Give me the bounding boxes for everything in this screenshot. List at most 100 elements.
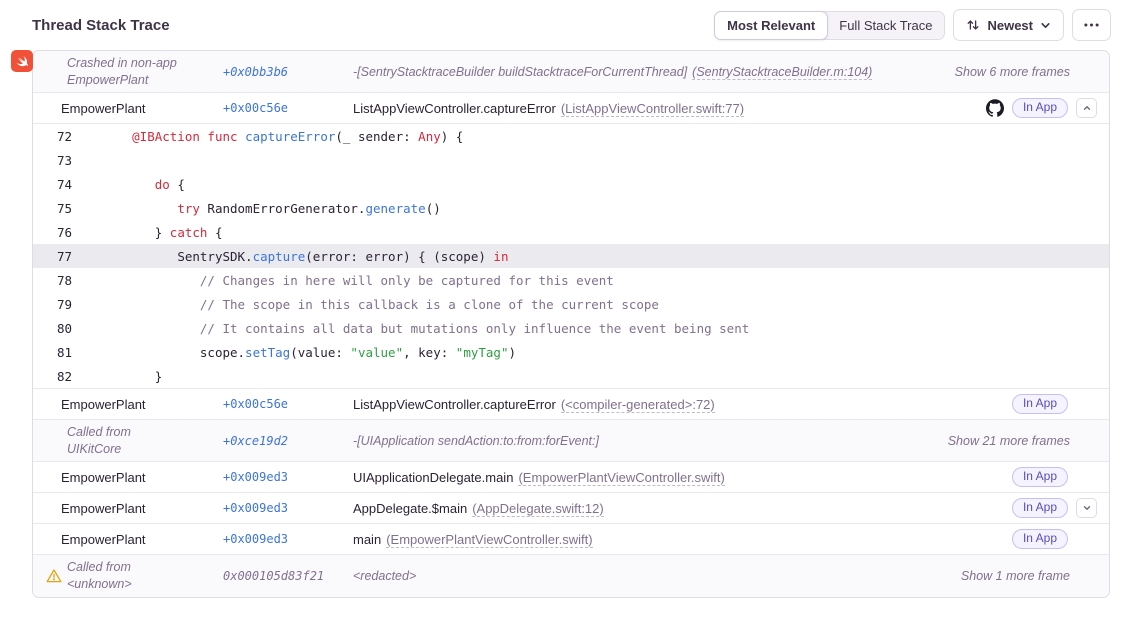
tab-most-relevant[interactable]: Most Relevant (714, 11, 828, 40)
code-line-highlighted: 77 SentrySDK.capture(error: error) { (sc… (33, 244, 1109, 268)
code-line: 81 scope.setTag(value: "value", key: "my… (33, 340, 1109, 364)
frame-source-file: (ListAppViewController.swift:77) (561, 101, 744, 117)
frame-source-file: (SentryStacktraceBuilder.m:104) (692, 65, 872, 80)
frame-expand-button[interactable] (1076, 498, 1097, 518)
frame-function: -[SentryStacktraceBuilder buildStacktrac… (353, 65, 955, 79)
stack-frame-row[interactable]: Crashed in non-appEmpowerPlant+0x0bb3b6-… (33, 51, 1109, 93)
frame-source-file: (<compiler-generated>:72) (561, 397, 715, 413)
code-line: 79 // The scope in this callback is a cl… (33, 292, 1109, 316)
frame-module: EmpowerPlant (61, 501, 223, 516)
line-number: 80 (33, 321, 87, 336)
frame-module: Called fromUIKitCore (61, 424, 223, 458)
line-number: 77 (33, 249, 87, 264)
line-number: 76 (33, 225, 87, 240)
line-number: 75 (33, 201, 87, 216)
code-content: // The scope in this callback is a clone… (87, 297, 659, 312)
code-content: scope.setTag(value: "value", key: "myTag… (87, 345, 516, 360)
sort-arrows-icon (966, 18, 980, 32)
frame-module: Called from<unknown> (61, 559, 223, 593)
frame-address: +0x009ed3 (223, 532, 353, 546)
frame-module: EmpowerPlant (61, 397, 223, 412)
panel-header: Thread Stack Trace Most Relevant Full St… (0, 0, 1141, 49)
code-line: 72 @IBAction func captureError(_ sender:… (33, 124, 1109, 148)
stack-frames: Crashed in non-appEmpowerPlant+0x0bb3b6-… (33, 51, 1109, 597)
line-number: 78 (33, 273, 87, 288)
line-number: 79 (33, 297, 87, 312)
frame-function: <redacted> (353, 569, 961, 583)
ellipsis-icon (1084, 23, 1099, 27)
chevron-down-icon (1040, 20, 1051, 31)
frame-address: +0xce19d2 (223, 434, 353, 448)
toggle-spacer (1076, 394, 1097, 414)
code-content: @IBAction func captureError(_ sender: An… (87, 129, 463, 144)
tab-full-stack-trace[interactable]: Full Stack Trace (827, 12, 944, 39)
chevron-down-icon (1082, 503, 1092, 513)
frame-actions: Show 21 more frames (948, 434, 1097, 448)
frame-address: +0x009ed3 (223, 501, 353, 515)
code-content: do { (87, 177, 185, 192)
view-toggle: Most Relevant Full Stack Trace (714, 11, 945, 40)
frame-source-file: (EmpowerPlantViewController.swift) (386, 532, 592, 548)
in-app-badge: In App (1012, 529, 1068, 549)
frame-function: ListAppViewController.captureError(ListA… (353, 101, 986, 116)
show-more-frames-link[interactable]: Show 6 more frames (955, 65, 1070, 79)
frame-address: +0x00c56e (223, 101, 353, 115)
stack-frame-row[interactable]: EmpowerPlant+0x009ed3main(EmpowerPlantVi… (33, 524, 1109, 555)
stack-frame-row[interactable]: Called fromUIKitCore+0xce19d2-[UIApplica… (33, 420, 1109, 462)
code-content: // It contains all data but mutations on… (87, 321, 749, 336)
code-line: 75 try RandomErrorGenerator.generate() (33, 196, 1109, 220)
frame-function: UIApplicationDelegate.main(EmpowerPlantV… (353, 470, 1012, 485)
frame-address: +0x00c56e (223, 397, 353, 411)
frame-actions: In App (986, 98, 1097, 118)
stack-frame-row[interactable]: EmpowerPlant+0x009ed3UIApplicationDelega… (33, 462, 1109, 493)
frame-actions: Show 1 more frame (961, 569, 1097, 583)
frame-module: EmpowerPlant (61, 532, 223, 547)
code-line: 73 (33, 148, 1109, 172)
code-line: 80 // It contains all data but mutations… (33, 316, 1109, 340)
stack-frame-row[interactable]: Called from<unknown>0x000105d83f21<redac… (33, 555, 1109, 597)
line-number: 73 (33, 153, 87, 168)
github-icon[interactable] (986, 99, 1004, 117)
frame-function: main(EmpowerPlantViewController.swift) (353, 532, 1012, 547)
code-content: SentrySDK.capture(error: error) { (scope… (87, 249, 508, 264)
code-content: // Changes in here will only be captured… (87, 273, 614, 288)
frame-collapse-button[interactable] (1076, 98, 1097, 118)
show-more-frames-link[interactable]: Show 21 more frames (948, 434, 1070, 448)
code-line: 78 // Changes in here will only be captu… (33, 268, 1109, 292)
in-app-badge: In App (1012, 98, 1068, 118)
sort-newest-button[interactable]: Newest (953, 9, 1064, 41)
toggle-spacer (1076, 467, 1097, 487)
in-app-badge: In App (1012, 467, 1068, 487)
frame-actions: In App (1012, 529, 1097, 549)
show-more-frames-link[interactable]: Show 1 more frame (961, 569, 1070, 583)
frame-address: +0x009ed3 (223, 470, 353, 484)
source-code-block: 72 @IBAction func captureError(_ sender:… (33, 124, 1109, 389)
code-line: 74 do { (33, 172, 1109, 196)
frame-module: EmpowerPlant (61, 101, 223, 116)
more-options-button[interactable] (1072, 9, 1111, 41)
frame-address: +0x0bb3b6 (223, 65, 353, 79)
warning-icon (46, 568, 62, 584)
code-content: } catch { (87, 225, 223, 240)
header-controls: Most Relevant Full Stack Trace Newest (714, 9, 1111, 41)
stack-trace-panel: Crashed in non-appEmpowerPlant+0x0bb3b6-… (32, 50, 1110, 598)
code-line: 82 } (33, 364, 1109, 388)
frame-actions: Show 6 more frames (955, 65, 1097, 79)
in-app-badge: In App (1012, 394, 1068, 414)
frame-actions: In App (1012, 467, 1097, 487)
frame-source-file: (AppDelegate.swift:12) (472, 501, 604, 517)
in-app-badge: In App (1012, 498, 1068, 518)
line-number: 74 (33, 177, 87, 192)
frame-source-file: (EmpowerPlantViewController.swift) (518, 470, 724, 486)
stack-frame-row[interactable]: EmpowerPlant+0x009ed3AppDelegate.$main(A… (33, 493, 1109, 524)
swift-platform-icon (11, 50, 33, 72)
frame-module: Crashed in non-appEmpowerPlant (61, 55, 223, 89)
stack-frame-row[interactable]: EmpowerPlant+0x00c56eListAppViewControll… (33, 389, 1109, 420)
code-line: 76 } catch { (33, 220, 1109, 244)
stack-frame-row[interactable]: EmpowerPlant+0x00c56eListAppViewControll… (33, 93, 1109, 124)
line-number: 82 (33, 369, 87, 384)
frame-function: -[UIApplication sendAction:to:from:forEv… (353, 434, 948, 448)
frame-function: ListAppViewController.captureError(<comp… (353, 397, 1012, 412)
frame-function: AppDelegate.$main(AppDelegate.swift:12) (353, 501, 1012, 516)
line-number: 81 (33, 345, 87, 360)
